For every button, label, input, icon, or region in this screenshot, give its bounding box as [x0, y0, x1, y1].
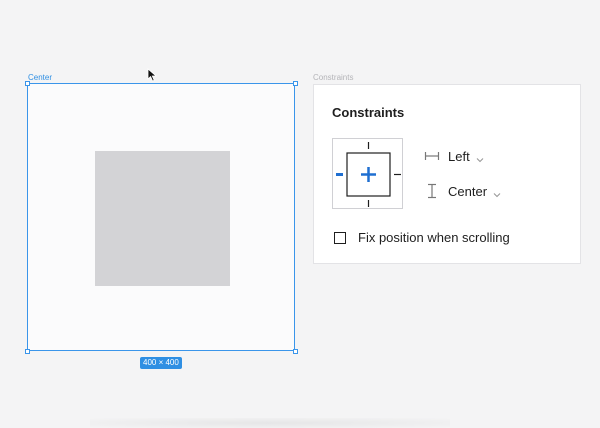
resize-handle-bottom-right[interactable]	[293, 349, 298, 354]
fix-position-row[interactable]: Fix position when scrolling	[334, 230, 510, 245]
panel-title: Constraints	[332, 105, 405, 120]
selected-frame[interactable]	[27, 83, 295, 351]
resize-handle-top-left[interactable]	[25, 81, 30, 86]
horizontal-constraint-value: Left	[448, 148, 470, 164]
child-rectangle[interactable]	[95, 151, 230, 286]
panel-caption: Constraints	[313, 73, 354, 82]
bottom-shadow	[90, 418, 450, 428]
horizontal-constraint-dropdown[interactable]: Left	[424, 147, 484, 165]
vertical-constraint-value: Center	[448, 183, 488, 199]
chevron-down-icon	[493, 187, 501, 198]
frame-name-label[interactable]: Center	[28, 73, 52, 83]
fix-position-checkbox[interactable]	[334, 231, 346, 244]
constraints-panel: Constraints Left Center Fix position whe…	[313, 84, 581, 264]
mouse-cursor-icon	[147, 68, 159, 87]
resize-handle-top-right[interactable]	[293, 81, 298, 86]
vertical-constraint-icon	[424, 183, 440, 199]
vertical-constraint-dropdown[interactable]: Center	[424, 182, 501, 200]
horizontal-constraint-icon	[424, 148, 440, 164]
resize-handle-bottom-left[interactable]	[25, 349, 30, 354]
chevron-down-icon	[476, 152, 484, 163]
constraint-widget	[332, 138, 403, 209]
dimensions-badge: 400 × 400	[140, 357, 182, 369]
fix-position-label: Fix position when scrolling	[358, 230, 510, 245]
